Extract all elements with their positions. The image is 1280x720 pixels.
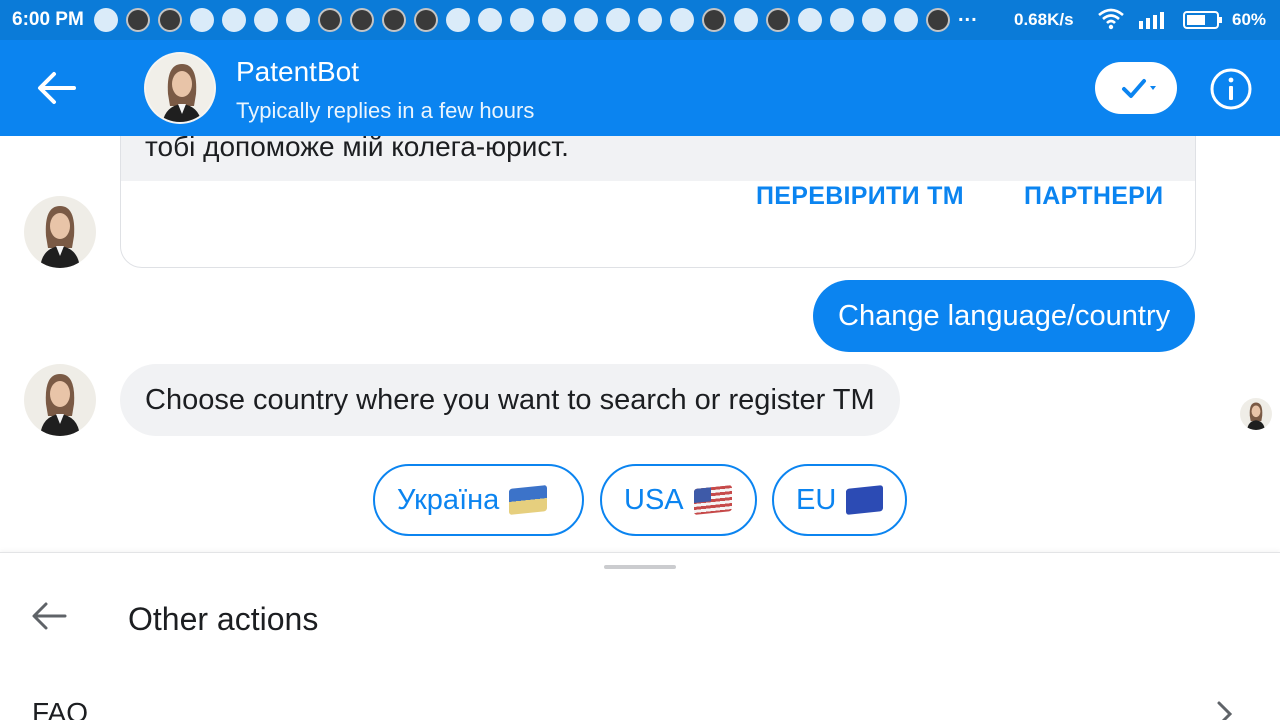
maps-icon <box>574 8 598 32</box>
facebook-icon <box>862 8 886 32</box>
quick-reply-label: EU <box>796 484 837 516</box>
info-icon[interactable] <box>1208 66 1254 112</box>
bot-message-avatar <box>24 364 96 436</box>
back-arrow-icon[interactable] <box>34 68 78 108</box>
chevron-right-icon <box>1217 701 1233 720</box>
app-icon <box>126 8 150 32</box>
maps-icon <box>286 8 310 32</box>
more-notifications: ... <box>958 4 978 26</box>
eu-flag-icon <box>846 485 883 515</box>
seen-indicator-avatar <box>1240 398 1272 430</box>
checkmark-icon <box>1122 79 1156 98</box>
usa-flag-icon <box>693 485 732 515</box>
reply-time-subtitle: Typically replies in a few hours <box>236 98 535 123</box>
quick-reply-ukraine[interactable]: Україна <box>373 464 584 536</box>
sheet-title: Other actions <box>128 601 319 637</box>
done-dropdown-button[interactable] <box>1095 62 1177 114</box>
bot-avatar-icon <box>40 206 80 268</box>
bot-name: PatentBot <box>236 56 359 87</box>
outgoing-message: Change language/country <box>813 280 1196 352</box>
bot-message-avatar <box>24 196 96 268</box>
facebook-icon <box>94 8 118 32</box>
battery-percent: 60% <box>1232 10 1267 29</box>
messenger-icon <box>606 8 630 32</box>
messenger-icon <box>510 8 534 32</box>
card-text-area: тобі допоможе мій колега-юрист. <box>121 136 1195 181</box>
app-icon <box>382 8 406 32</box>
quick-reply-label: USA <box>624 484 684 516</box>
check-tm-button[interactable]: ПЕРЕВІРИТИ TM <box>756 182 964 211</box>
messenger-icon <box>798 8 822 32</box>
pinterest-icon <box>734 8 758 32</box>
bot-avatar-icon <box>146 54 214 122</box>
chat-thread[interactable]: тобі допоможе мій колега-юрист. ПЕРЕВІРИ… <box>0 136 1280 552</box>
messenger-icon <box>446 8 470 32</box>
mail-icon <box>478 8 502 32</box>
incoming-message: Choose country where you want to search … <box>120 364 900 436</box>
bot-card-message: тобі допоможе мій колега-юрист. ПЕРЕВІРИ… <box>120 136 1196 268</box>
sheet-drag-handle[interactable] <box>604 565 676 569</box>
messenger-icon <box>894 8 918 32</box>
signal-icon <box>1139 12 1164 29</box>
app-icon <box>926 8 950 32</box>
sheet-item-faq[interactable]: FAQ <box>0 681 1280 720</box>
bot-avatar-icon <box>40 374 80 436</box>
card-text: тобі допоможе мій колега-юрист. <box>145 136 569 162</box>
app-icon <box>350 8 374 32</box>
quick-reply-usa[interactable]: USA <box>600 464 757 536</box>
status-bar: 6:00 PM ... 0.68K/s 60% <box>0 0 1280 40</box>
mail-icon <box>254 8 278 32</box>
quick-reply-label: Україна <box>397 484 500 516</box>
cloud-icon <box>542 8 566 32</box>
sheet-item-label: FAQ <box>32 697 89 720</box>
app-icon <box>158 8 182 32</box>
ukraine-flag-icon <box>509 485 548 515</box>
bot-avatar[interactable] <box>144 52 216 124</box>
telegram-icon <box>190 8 214 32</box>
other-actions-sheet: Other actions FAQ <box>0 552 1280 720</box>
messenger-icon <box>830 8 854 32</box>
notification-icons <box>94 8 958 32</box>
chat-header: PatentBot Typically replies in a few hou… <box>0 40 1280 136</box>
sheet-back-arrow-icon[interactable] <box>30 599 68 633</box>
viber-icon <box>222 8 246 32</box>
status-time: 6:00 PM <box>12 9 84 30</box>
app-icon <box>318 8 342 32</box>
chat-icon <box>670 8 694 32</box>
partners-button[interactable]: ПАРТНЕРИ <box>1024 182 1163 211</box>
quick-reply-eu[interactable]: EU <box>772 464 907 536</box>
app-icon <box>702 8 726 32</box>
wifi-icon <box>1098 8 1124 30</box>
pinterest-icon <box>638 8 662 32</box>
network-speed: 0.68K/s <box>1014 10 1074 29</box>
bot-avatar-icon <box>1247 402 1265 430</box>
battery-icon <box>1183 11 1222 29</box>
app-icon <box>766 8 790 32</box>
app-icon <box>414 8 438 32</box>
